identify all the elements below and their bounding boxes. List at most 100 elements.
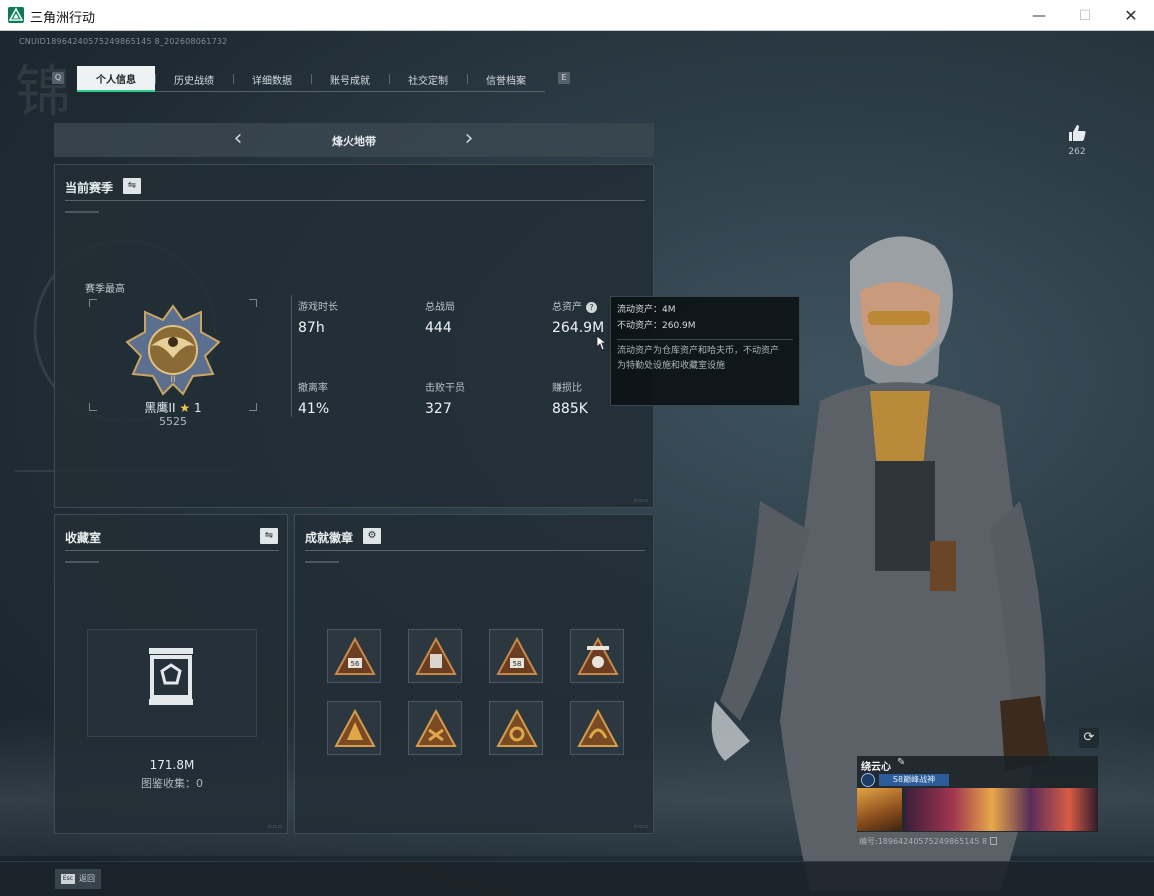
season-swap-button[interactable]: ⇋: [123, 178, 141, 194]
stat-total-assets: 总资产? 264.9M: [552, 298, 604, 336]
corner-dots: ▫▫▫: [633, 497, 649, 504]
stat-label-text: 总资产: [552, 302, 582, 313]
rank-level: 1: [193, 401, 202, 415]
achievement-badge-8[interactable]: [570, 701, 624, 755]
delta-force-logo-icon: [8, 7, 24, 23]
minimize-button[interactable]: —: [1016, 0, 1062, 31]
current-season-panel: 当前赛季 ⇋ 赛季最高 II 黑鹰II ★ 1 5525 游戏时长 87h 总战…: [54, 164, 654, 508]
achievement-badge-4[interactable]: [570, 629, 624, 683]
badge-triangle-icon: [334, 708, 376, 747]
badge-triangle-icon: [496, 708, 538, 747]
badge-triangle-icon: [415, 636, 457, 675]
esc-key-icon: Esc: [61, 874, 75, 884]
achievements-divider: [305, 550, 645, 551]
achievement-settings-button[interactable]: ⚙: [363, 528, 381, 544]
tab-achievements[interactable]: 账号成就: [311, 66, 389, 92]
tab-detailed-data[interactable]: 详细数据: [233, 66, 311, 92]
rank-score: 5525: [159, 415, 187, 428]
stat-value: 87h: [298, 320, 325, 336]
collection-value: 171.8M: [149, 758, 195, 772]
achievement-badge-3[interactable]: 58: [489, 629, 543, 683]
corner-dots: ▫▫▫: [633, 823, 649, 830]
player-id-text: 编号:18964240575249865145 8: [859, 837, 988, 846]
mode-prev-button[interactable]: ‹: [227, 128, 249, 151]
rank-badge-icon: II: [125, 304, 221, 396]
badge-triangle-icon: 56: [334, 636, 376, 675]
stat-label: 总资产?: [552, 298, 604, 313]
player-name: 绕云心: [861, 762, 891, 773]
achievement-badge-2[interactable]: [408, 629, 462, 683]
vault-icon[interactable]: [145, 645, 197, 707]
tab-social-custom[interactable]: 社交定制: [389, 66, 467, 92]
corner-dots: ▫▫▫: [267, 823, 283, 830]
rank-star-icon: ★: [179, 401, 191, 415]
stat-kills: 击败干员 327: [425, 379, 465, 417]
collection-sub-divider: [65, 561, 99, 563]
back-button[interactable]: Esc 返回: [55, 869, 101, 889]
mouse-cursor-icon: [596, 335, 607, 351]
bottom-bar: Esc 返回: [0, 861, 1154, 896]
profile-tabs: Q 个人信息 历史战绩 详细数据 账号成就 社交定制 信誉档案 E: [52, 66, 572, 92]
window-titlebar: 三角洲行动 — ☐ ✕: [0, 0, 1154, 31]
badge-triangle-icon: [577, 636, 619, 675]
stat-profit-ratio: 赚损比 885K: [552, 379, 588, 417]
collection-header: 收藏室: [65, 531, 102, 545]
close-button[interactable]: ✕: [1108, 0, 1154, 31]
thumbs-up-icon[interactable]: [1067, 123, 1087, 143]
app-root: 三角洲行动 — ☐ ✕ 锦 CNUID18964240575249865145 …: [0, 0, 1154, 896]
achievement-badge-6[interactable]: [408, 701, 462, 755]
collection-progress: 图鉴收集：0: [141, 777, 203, 790]
stat-label: 总战局: [425, 302, 455, 313]
prev-tab-key[interactable]: Q: [52, 72, 64, 84]
season-best-label: 赛季最高: [85, 284, 125, 295]
badge-triangle-icon: [577, 708, 619, 747]
player-avatar[interactable]: [857, 788, 902, 831]
stat-label: 游戏时长: [298, 302, 338, 313]
player-card[interactable]: 绕云心 ✎ S8巅峰战神: [857, 756, 1098, 832]
achievement-badge-1[interactable]: 56: [327, 629, 381, 683]
help-icon[interactable]: ?: [586, 302, 597, 313]
season-header: 当前赛季: [65, 181, 114, 195]
achievement-badge-7[interactable]: [489, 701, 543, 755]
refresh-icon[interactable]: ⟳: [1079, 728, 1099, 748]
badge-1-label: 56: [351, 660, 360, 668]
tab-personal-info[interactable]: 个人信息: [77, 66, 155, 92]
rank-name: 黑鹰II ★ 1: [89, 399, 257, 416]
stat-value: 327: [425, 401, 452, 417]
tab-history[interactable]: 历史战绩: [155, 66, 233, 92]
like-count: 262: [1068, 147, 1086, 157]
tab-row: 个人信息 历史战绩 详细数据 账号成就 社交定制 信誉档案: [77, 66, 545, 92]
season-rank-badge-icon: [861, 773, 875, 787]
achievement-badge-5[interactable]: [327, 701, 381, 755]
achievement-badges-panel: 成就徽章 ⚙ 56 58 ▫▫▫: [294, 514, 654, 834]
stat-label: 赚损比: [552, 383, 582, 394]
tab-credit-record[interactable]: 信誉档案: [467, 66, 545, 92]
stat-value: 264.9M: [552, 320, 605, 336]
season-divider: [65, 200, 645, 201]
collection-room-panel: 收藏室 ⇋ 171.8M 图鉴收集：0 ▫▫▫: [54, 514, 288, 834]
stat-value: 885K: [552, 401, 588, 417]
stat-value: 41%: [298, 401, 330, 417]
player-id: 编号:18964240575249865145 8: [859, 836, 998, 847]
stat-total-matches: 总战局 444: [425, 298, 455, 336]
stats-divider: [291, 295, 292, 417]
collection-divider: [65, 550, 279, 551]
player-title-tag: S8巅峰战神: [879, 774, 949, 786]
mode-next-button[interactable]: ›: [458, 128, 480, 151]
stat-extract-rate: 撤离率 41%: [298, 379, 329, 417]
stat-label: 击败干员: [425, 383, 465, 394]
badge-triangle-icon: [415, 708, 457, 747]
season-sub-divider: [65, 211, 99, 213]
cn-uid-text: CNUID18964240575249865145 8_202608061732: [19, 37, 228, 46]
stat-play-time: 游戏时长 87h: [298, 298, 338, 336]
collection-swap-button[interactable]: ⇋: [260, 528, 278, 544]
badge-triangle-icon: 58: [496, 636, 538, 675]
edit-name-icon[interactable]: ✎: [897, 757, 905, 768]
achievements-header: 成就徽章: [305, 531, 354, 545]
next-tab-key[interactable]: E: [558, 72, 570, 84]
stat-value: 444: [425, 320, 452, 336]
copy-id-icon[interactable]: [990, 837, 998, 845]
mode-title: 烽火地带: [332, 135, 376, 148]
stat-label: 撤离率: [298, 383, 328, 394]
maximize-button[interactable]: ☐: [1062, 0, 1108, 31]
